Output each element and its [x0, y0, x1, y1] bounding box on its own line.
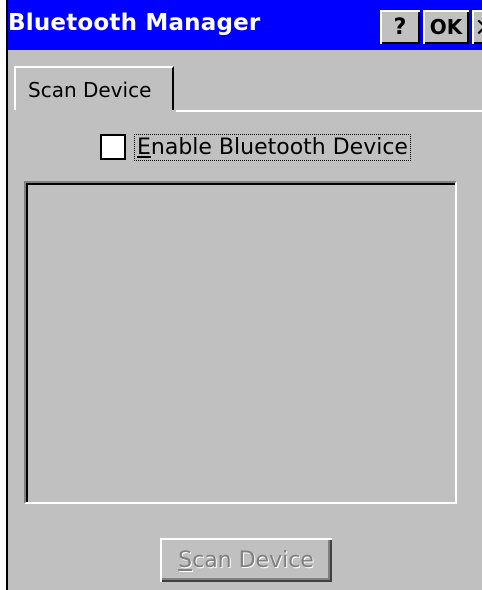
- window-title: Bluetooth Manager: [8, 10, 261, 36]
- enable-bluetooth-row[interactable]: Enable Bluetooth Device: [100, 132, 411, 162]
- enable-bluetooth-label[interactable]: Enable Bluetooth Device: [134, 133, 411, 161]
- tab-label: Scan Device: [28, 78, 152, 102]
- window-left-border: [0, 0, 8, 590]
- help-button[interactable]: ?: [380, 10, 420, 44]
- scan-device-button[interactable]: Scan Device: [160, 538, 332, 582]
- device-list[interactable]: [24, 181, 457, 504]
- enable-bluetooth-checkbox[interactable]: [100, 134, 126, 160]
- ok-button[interactable]: OK: [423, 10, 469, 44]
- close-button[interactable]: ×: [472, 10, 482, 44]
- tab-strip-divider: [176, 110, 482, 112]
- title-bar: Bluetooth Manager ? OK ×: [8, 0, 482, 50]
- tab-scan-device[interactable]: Scan Device: [14, 66, 174, 110]
- dialog-body: Scan Device Enable Bluetooth Device Scan…: [8, 50, 482, 590]
- close-icon: ×: [474, 12, 482, 42]
